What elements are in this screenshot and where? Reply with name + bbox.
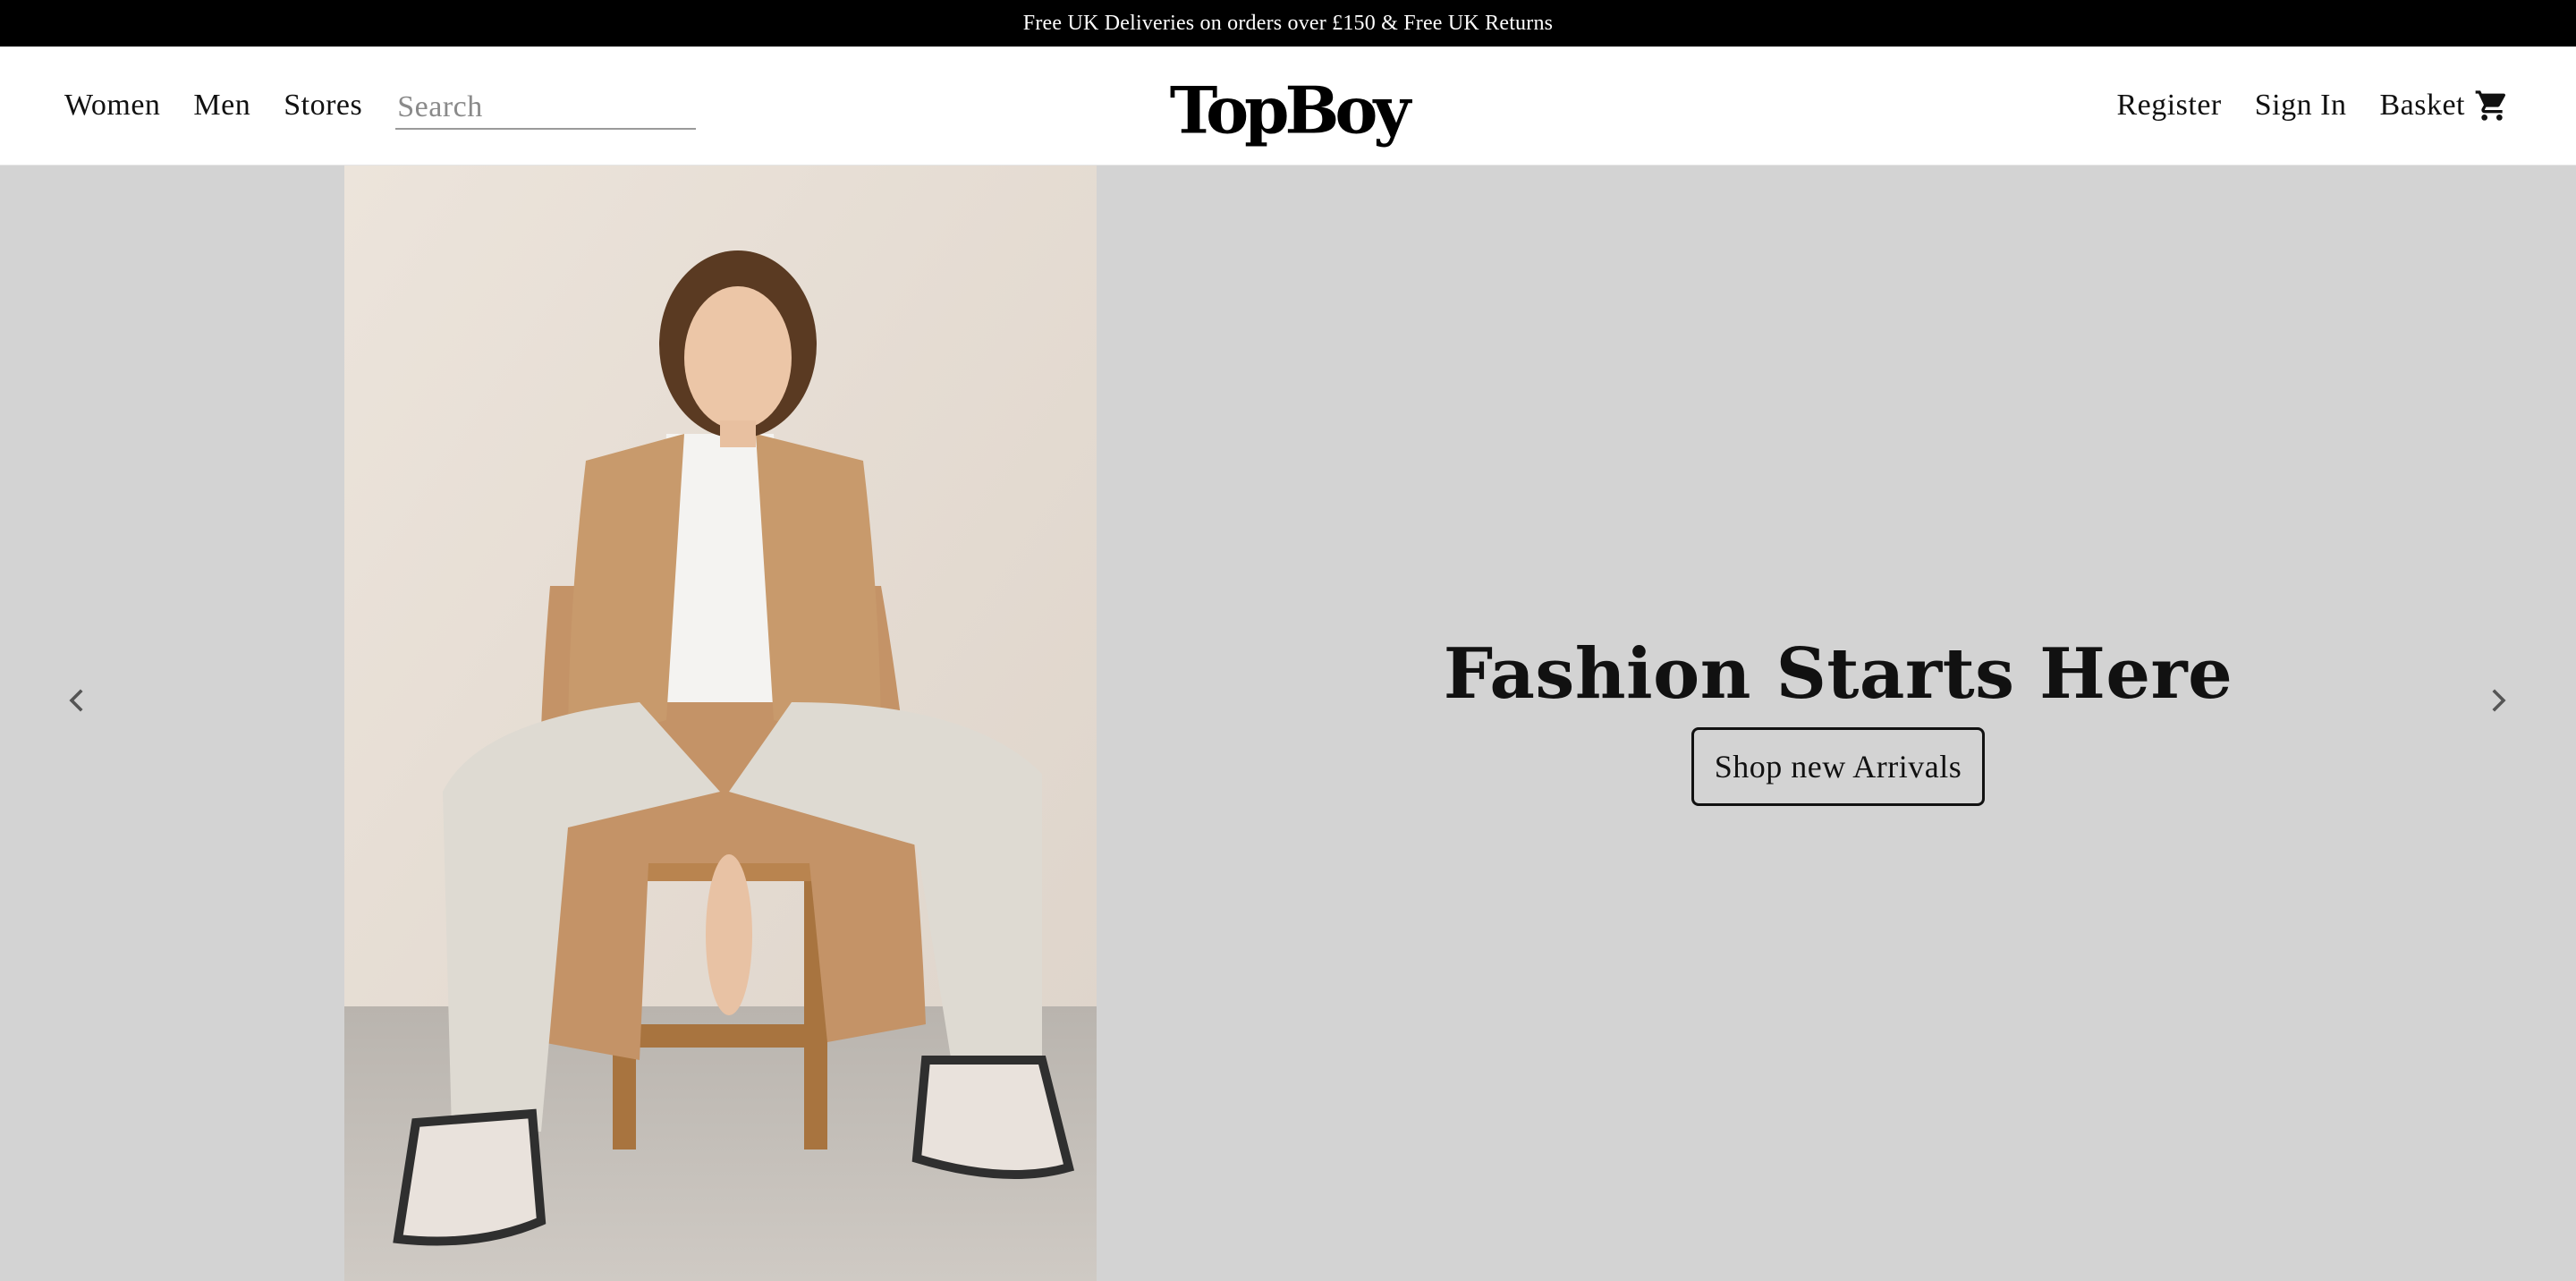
chevron-right-icon bbox=[2492, 689, 2506, 712]
sign-in-link[interactable]: Sign In bbox=[2255, 89, 2347, 123]
account-nav: Register Sign In Basket bbox=[2083, 47, 2510, 165]
nav-link-stores[interactable]: Stores bbox=[284, 89, 362, 123]
shop-new-arrivals-button[interactable]: Shop new Arrivals bbox=[1691, 726, 1985, 806]
basket-button[interactable]: Basket bbox=[2379, 88, 2510, 123]
hero-copy: Fashion Starts Here Shop new Arrivals bbox=[1100, 631, 2576, 806]
cart-icon bbox=[2474, 88, 2510, 123]
carousel-next-button[interactable] bbox=[2475, 677, 2521, 724]
site-header: Women Men Stores TopBoy Register Sign In… bbox=[0, 47, 2576, 165]
hero-carousel: Fashion Starts Here Shop new Arrivals bbox=[0, 165, 2576, 1281]
nav-link-women[interactable]: Women bbox=[64, 89, 160, 123]
register-link[interactable]: Register bbox=[2116, 89, 2221, 123]
basket-label: Basket bbox=[2379, 89, 2465, 122]
announcement-text: Free UK Deliveries on orders over £150 &… bbox=[1022, 11, 1554, 35]
site-logo[interactable]: TopBoy bbox=[1170, 72, 1411, 148]
search-field bbox=[395, 87, 697, 130]
chevron-left-icon bbox=[69, 689, 83, 712]
search-input[interactable] bbox=[395, 90, 697, 128]
nav-link-men[interactable]: Men bbox=[193, 89, 250, 123]
primary-nav: Women Men Stores bbox=[64, 47, 697, 165]
carousel-prev-button[interactable] bbox=[54, 677, 100, 724]
announcement-bar: Free UK Deliveries on orders over £150 &… bbox=[0, 0, 2576, 47]
model-photo bbox=[344, 165, 1097, 1281]
hero-headline: Fashion Starts Here bbox=[1443, 633, 2233, 715]
